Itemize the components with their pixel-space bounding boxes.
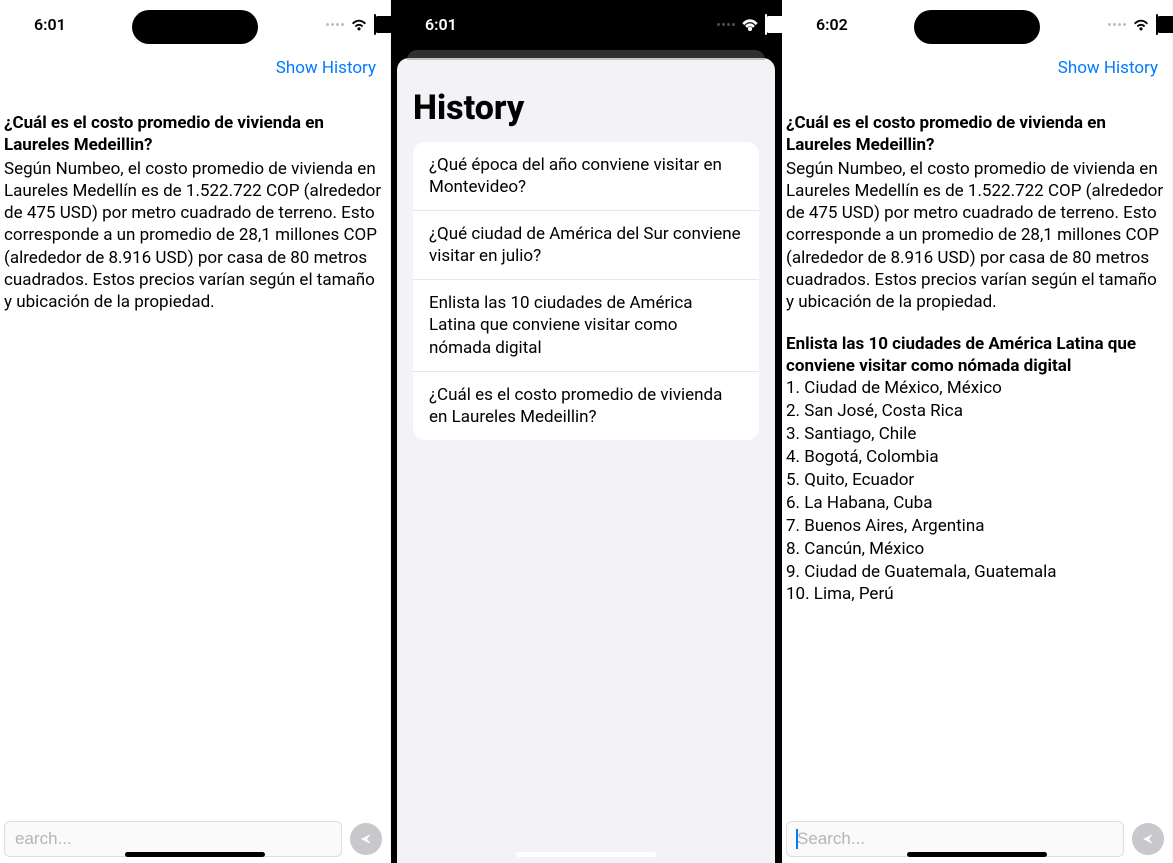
text-cursor xyxy=(796,829,798,849)
show-history-link[interactable]: Show History xyxy=(276,58,376,78)
history-item[interactable]: Enlista las 10 ciudades de América Latin… xyxy=(413,280,759,371)
status-time: 6:02 xyxy=(816,15,848,34)
chat-content: ¿Cuál es el costo promedio de vivienda e… xyxy=(0,84,390,815)
history-list: ¿Qué época del año conviene visitar en M… xyxy=(413,142,759,440)
city-list: 1. Ciudad de México, México 2. San José,… xyxy=(786,377,1168,606)
list-item: 6. La Habana, Cuba xyxy=(786,492,1168,515)
phone-screen-1: 6:01 Show History ¿Cuál es el costo prom… xyxy=(0,0,391,863)
list-item: 7. Buenos Aires, Argentina xyxy=(786,515,1168,538)
list-item: 2. San José, Costa Rica xyxy=(786,400,1168,423)
wifi-icon xyxy=(741,18,759,31)
history-modal: History ¿Qué época del año conviene visi… xyxy=(397,58,775,863)
list-item: 4. Bogotá, Colombia xyxy=(786,446,1168,469)
cellular-icon xyxy=(326,23,344,26)
status-icons xyxy=(326,15,376,34)
list-question: Enlista las 10 ciudades de América Latin… xyxy=(786,333,1168,377)
history-title: History xyxy=(413,88,759,128)
list-item: 5. Quito, Ecuador xyxy=(786,469,1168,492)
list-item: 10. Lima, Perú xyxy=(786,583,1168,606)
list-item: 9. Ciudad de Guatemala, Guatemala xyxy=(786,561,1168,584)
status-bar: 6:02 xyxy=(782,0,1172,48)
status-icons xyxy=(1108,15,1158,34)
phone-screen-2: 6:01 History ¿Qué época del año conviene… xyxy=(391,0,782,863)
battery-icon xyxy=(765,15,767,34)
answer-text: Según Numbeo, el costo promedio de vivie… xyxy=(786,158,1168,313)
list-item: 8. Cancún, México xyxy=(786,538,1168,561)
answer-text: Según Numbeo, el costo promedio de vivie… xyxy=(4,158,386,313)
cellular-icon xyxy=(717,23,735,26)
nav-bar: Show History xyxy=(0,48,390,84)
home-indicator xyxy=(125,852,265,857)
send-button[interactable] xyxy=(350,823,382,855)
modal-backdrop[interactable]: History ¿Qué época del año conviene visi… xyxy=(391,48,781,863)
wifi-icon xyxy=(1132,18,1150,31)
status-bar: 6:01 xyxy=(0,0,390,48)
battery-icon xyxy=(374,15,376,34)
wifi-icon xyxy=(350,18,368,31)
list-item: 3. Santiago, Chile xyxy=(786,423,1168,446)
question-text: ¿Cuál es el costo promedio de vivienda e… xyxy=(4,112,386,156)
dynamic-island xyxy=(132,10,258,44)
nav-bar: Show History xyxy=(782,48,1172,84)
list-block: Enlista las 10 ciudades de América Latin… xyxy=(786,333,1168,607)
home-indicator xyxy=(907,852,1047,857)
status-icons xyxy=(717,15,767,34)
list-item: 1. Ciudad de México, México xyxy=(786,377,1168,400)
status-time: 6:01 xyxy=(425,15,457,34)
send-button[interactable] xyxy=(1132,823,1164,855)
show-history-link[interactable]: Show History xyxy=(1058,58,1158,78)
battery-icon xyxy=(1156,15,1158,34)
cellular-icon xyxy=(1108,23,1126,26)
dynamic-island xyxy=(914,10,1040,44)
history-item[interactable]: ¿Qué ciudad de América del Sur conviene … xyxy=(413,211,759,280)
history-item[interactable]: ¿Qué época del año conviene visitar en M… xyxy=(413,142,759,211)
home-indicator xyxy=(516,852,656,857)
chat-content: ¿Cuál es el costo promedio de vivienda e… xyxy=(782,84,1172,815)
question-text: ¿Cuál es el costo promedio de vivienda e… xyxy=(786,112,1168,156)
history-item[interactable]: ¿Cuál es el costo promedio de vivienda e… xyxy=(413,372,759,440)
status-bar: 6:01 xyxy=(391,0,781,48)
phone-screen-3: 6:02 Show History ¿Cuál es el costo prom… xyxy=(782,0,1173,863)
status-time: 6:01 xyxy=(34,15,66,34)
